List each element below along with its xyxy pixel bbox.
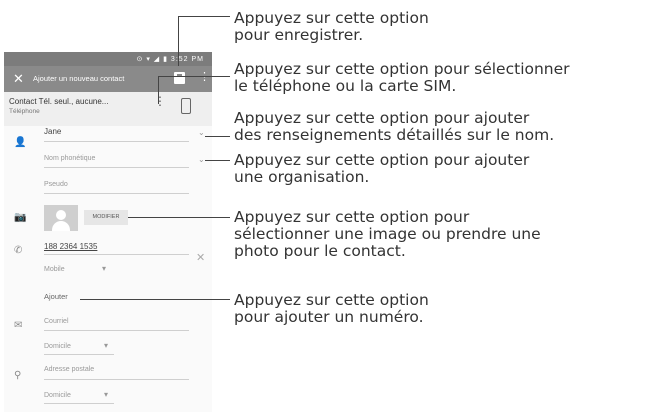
callout-sim-line2: le téléphone ou la carte SIM. (234, 77, 457, 95)
callout-organisation: Appuyez sur cette option pour ajouter un… (234, 152, 529, 186)
callout-number-line1: Appuyez sur cette option (234, 291, 429, 309)
callout-name-line1: Appuyez sur cette option pour ajouter (234, 109, 530, 127)
callout-save-line2: pour enregistrer. (234, 26, 364, 44)
app-toolbar: ✕ Ajouter un nouveau contact ⋮ (4, 66, 212, 92)
nickname-field[interactable]: Pseudo (44, 181, 68, 188)
leader-add-number (80, 299, 230, 300)
callout-sim-line1: Appuyez sur cette option pour sélectionn… (234, 60, 570, 78)
chevron-down-icon[interactable]: ▾ (104, 390, 108, 399)
address-type-underline (44, 403, 114, 404)
phone-screen: ⊙ ▾ ◢ ▮ 3:52 PM ✕ Ajouter un nouveau con… (4, 52, 212, 412)
leader-sim-vertical (158, 76, 159, 104)
leader-org (205, 160, 230, 161)
more-dots-icon[interactable]: ⋮ (154, 94, 166, 108)
chevron-down-icon[interactable]: ▾ (104, 341, 108, 350)
clear-icon[interactable]: ✕ (196, 251, 205, 264)
add-number-link[interactable]: Ajouter (44, 292, 68, 301)
status-time: 3:52 PM (170, 56, 204, 63)
chevron-down-icon[interactable]: ⌄ (198, 128, 205, 137)
leader-sim (158, 76, 230, 77)
person-icon: 👤 (14, 137, 27, 148)
phone-underline (44, 254, 189, 255)
address-underline (44, 379, 189, 380)
save-icon[interactable] (174, 72, 185, 84)
callout-name-details: Appuyez sur cette option pour ajouter de… (234, 110, 554, 144)
email-icon: ✉ (14, 320, 23, 331)
chevron-down-icon[interactable]: ▾ (102, 264, 106, 273)
status-icons: ⊙ ▾ ◢ ▮ 3:52 PM (136, 56, 204, 63)
callout-save-line1: Appuyez sur cette option (234, 9, 429, 27)
callout-sim: Appuyez sur cette option pour sélectionn… (234, 61, 570, 95)
callout-save: Appuyez sur cette option pour enregistre… (234, 10, 429, 44)
callout-add-number: Appuyez sur cette option pour ajouter un… (234, 292, 429, 326)
toolbar-title: Ajouter un nouveau contact (33, 74, 125, 83)
location-icon: ⚲ (14, 370, 22, 381)
callout-photo: Appuyez sur cette option pour sélectionn… (234, 209, 541, 260)
leader-name (205, 136, 230, 137)
phone-number-field[interactable]: 188 2364 1535 (44, 242, 97, 251)
device-icon[interactable] (181, 98, 191, 114)
name-field[interactable]: Jane (44, 127, 61, 136)
email-type-underline (44, 354, 114, 355)
email-type-select[interactable]: Domicile (44, 343, 71, 350)
email-field[interactable]: Courriel (44, 318, 69, 325)
phone-type-select[interactable]: Mobile (44, 266, 65, 273)
close-icon[interactable]: ✕ (13, 71, 24, 87)
email-underline (44, 330, 189, 331)
callout-photo-line2: sélectionner une image ou prendre une (234, 225, 541, 243)
status-bar: ⊙ ▾ ◢ ▮ 3:52 PM (4, 52, 212, 66)
account-label: Contact Tél. seul., aucune... (9, 97, 109, 106)
callout-photo-line3: photo pour le contact. (234, 242, 406, 260)
phonetic-name-field[interactable]: Nom phonétique (44, 155, 95, 162)
callout-org-line2: une organisation. (234, 168, 370, 186)
change-photo-button[interactable]: MODIFIER (84, 210, 128, 225)
chevron-down-icon[interactable]: ⌄ (198, 155, 205, 164)
leader-save-vertical (178, 16, 179, 66)
address-field[interactable]: Adresse postale (44, 366, 94, 373)
callout-number-line2: pour ajouter un numéro. (234, 308, 424, 326)
phonetic-underline (44, 167, 189, 168)
callout-name-line2: des renseignements détaillés sur le nom. (234, 126, 555, 144)
name-underline (44, 141, 189, 142)
account-sub: Téléphone (9, 108, 40, 115)
camera-icon: 📷 (14, 212, 27, 223)
leader-photo (128, 217, 230, 218)
leader-save (178, 16, 230, 17)
phone-icon: ✆ (14, 245, 23, 256)
address-type-select[interactable]: Domicile (44, 392, 71, 399)
account-selector[interactable]: Contact Tél. seul., aucune... Téléphone … (4, 92, 212, 126)
callout-photo-line1: Appuyez sur cette option pour (234, 208, 470, 226)
callout-org-line1: Appuyez sur cette option pour ajouter (234, 151, 530, 169)
nickname-underline (44, 193, 189, 194)
contact-photo[interactable] (44, 205, 78, 231)
